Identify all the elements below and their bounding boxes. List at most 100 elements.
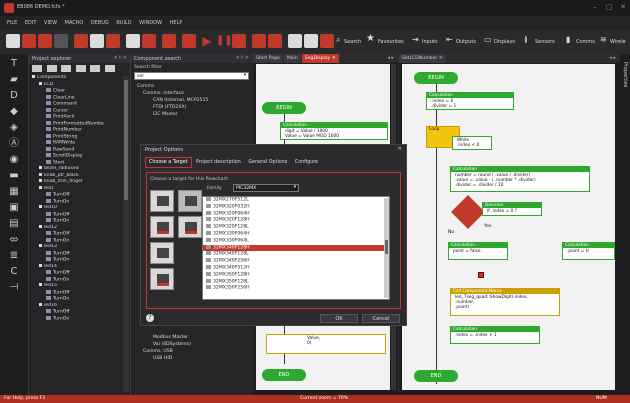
pe-chips-icon[interactable] bbox=[90, 65, 101, 72]
redo-icon[interactable] bbox=[142, 34, 156, 48]
pe-components-icon[interactable] bbox=[75, 65, 86, 72]
category-arrows-icon[interactable]: ⤄ bbox=[7, 234, 21, 246]
category-bar-icon[interactable]: ▬ bbox=[7, 170, 21, 182]
tab-general-options[interactable]: General Options bbox=[245, 158, 290, 167]
tab-scroll-arrows[interactable]: ◂ ▸ bbox=[609, 55, 616, 61]
step-over-icon[interactable] bbox=[268, 34, 282, 48]
tab-main[interactable]: Main bbox=[283, 54, 301, 63]
project-tree-item[interactable]: TurnOn bbox=[32, 315, 130, 323]
category-text-icon[interactable]: T bbox=[7, 58, 21, 70]
flow-end[interactable]: END bbox=[262, 369, 306, 381]
toolbar-favourites[interactable]: Favourites bbox=[378, 39, 404, 45]
chevron-down-icon[interactable]: ▾ bbox=[294, 185, 296, 190]
target-chip-4[interactable] bbox=[178, 216, 202, 238]
search-result-item[interactable]: Modbus Master bbox=[137, 334, 191, 341]
tab-choose-target[interactable]: Choose a Target bbox=[145, 157, 192, 168]
category-input-icon[interactable]: ◈ bbox=[7, 122, 21, 134]
stop-icon[interactable] bbox=[232, 34, 246, 48]
flow-calc-point-false[interactable]: Calculation point = false bbox=[448, 242, 508, 260]
target-chip-2[interactable] bbox=[178, 190, 202, 212]
cancel-button[interactable]: Cancel bbox=[362, 314, 400, 323]
category-c-icon[interactable]: C bbox=[7, 266, 21, 278]
menu-debug[interactable]: DEBUG bbox=[88, 20, 112, 26]
properties-rail[interactable]: Properties bbox=[620, 54, 630, 395]
maximize-icon[interactable]: □ bbox=[604, 2, 614, 12]
pause-icon[interactable]: ❚❚ bbox=[216, 34, 233, 48]
flow-end-right[interactable]: END bbox=[414, 370, 458, 382]
step-into-icon[interactable] bbox=[252, 34, 266, 48]
target-list-item[interactable]: 32MX320F064H bbox=[203, 210, 389, 218]
minimize-icon[interactable]: – bbox=[590, 2, 600, 12]
toolbar-comms[interactable]: Comms bbox=[576, 39, 595, 45]
target-list-scrollbar[interactable] bbox=[384, 198, 389, 298]
open-file-icon[interactable] bbox=[22, 34, 36, 48]
panel-pin-icon[interactable]: ▾ ☨ ✕ bbox=[114, 55, 127, 61]
category-connector-icon[interactable]: ⊣ bbox=[7, 282, 21, 294]
menu-window[interactable]: WINDOW bbox=[136, 20, 165, 26]
target-list-item[interactable]: 32MX340F128L bbox=[203, 251, 389, 258]
tab-segdisplay[interactable]: SegDisplay ✕ bbox=[301, 54, 339, 63]
flow-calc-init[interactable]: Calculation .index = 0 .divider = 1 bbox=[426, 92, 514, 110]
flow-calculation[interactable]: Calculation digit = Value / 1000 Value =… bbox=[280, 122, 388, 140]
search-result-item[interactable]: FTDI (FTD2XX) bbox=[137, 104, 246, 111]
target-chip-5[interactable] bbox=[150, 242, 174, 264]
target-chip-1[interactable] bbox=[150, 190, 174, 212]
target-list-item[interactable]: 32MX340F512H bbox=[203, 264, 389, 272]
target-list-item[interactable]: 32MX340F128H bbox=[203, 244, 389, 252]
pe-view-icon[interactable] bbox=[104, 65, 115, 72]
menu-view[interactable]: VIEW bbox=[41, 20, 60, 26]
search-result-item[interactable]: Comms bbox=[137, 83, 246, 90]
target-list-item[interactable]: 32MX270F512L bbox=[203, 197, 389, 204]
tab-setlcdnumber[interactable]: SetLCDNumber ✕ bbox=[399, 54, 446, 63]
build-icon[interactable] bbox=[182, 34, 196, 48]
flowchart-canvas-right[interactable]: BEGIN Calculation .index = 0 .divider = … bbox=[402, 64, 615, 390]
tab-project-description[interactable]: Project description bbox=[193, 158, 244, 167]
save-icon[interactable] bbox=[38, 34, 52, 48]
toolbar-search[interactable]: Search bbox=[344, 39, 361, 45]
chip-icon[interactable] bbox=[304, 34, 318, 48]
tab-scroll-arrows[interactable]: ◂ ▸ bbox=[387, 55, 394, 61]
close-window-icon[interactable]: ✕ bbox=[618, 2, 628, 12]
category-a-icon[interactable]: Ⓐ bbox=[7, 138, 21, 150]
flow-calc-number[interactable]: Calculation number = round ( .value / .d… bbox=[450, 166, 590, 192]
help-icon[interactable]: ? bbox=[146, 314, 154, 322]
comms-icon[interactable]: ▮ bbox=[566, 35, 570, 44]
menu-build[interactable]: BUILD bbox=[113, 20, 134, 26]
search-filter-input[interactable]: ser ▾ bbox=[134, 72, 249, 80]
flow-calc-point-true[interactable]: Calculation .point = tr bbox=[562, 242, 615, 260]
pe-variables-icon[interactable] bbox=[32, 65, 42, 72]
tab-start-page[interactable]: Start Page bbox=[253, 54, 283, 63]
target-list-item[interactable]: 32MX350F128H bbox=[203, 271, 389, 279]
tab-configure[interactable]: Configure bbox=[292, 158, 321, 167]
target-chip-3[interactable] bbox=[150, 216, 174, 238]
search-result-item[interactable]: Comms: Interface bbox=[137, 90, 246, 97]
displays-icon[interactable]: ▭ bbox=[484, 35, 492, 44]
target-list-item[interactable]: 32MX320F128L bbox=[203, 224, 389, 231]
search-result-item[interactable]: Vai (4DSystems) bbox=[137, 341, 191, 348]
category-list-icon[interactable]: ≣ bbox=[7, 250, 21, 262]
panel-pin-icon[interactable]: ▾ ☨ ✕ bbox=[236, 55, 249, 61]
target-list-item[interactable]: 32MX350F128L bbox=[203, 278, 389, 286]
category-diamond-icon[interactable]: ◆ bbox=[7, 106, 21, 118]
flow-begin-right[interactable]: BEGIN bbox=[414, 72, 458, 84]
cut-icon[interactable] bbox=[74, 34, 88, 48]
search-icon[interactable]: ⌕ bbox=[336, 35, 340, 45]
search-result-item[interactable]: USB HID bbox=[137, 355, 191, 362]
search-result-item[interactable]: I2C Master bbox=[137, 111, 246, 118]
category-o-icon[interactable]: ◉ bbox=[7, 154, 21, 166]
inputs-icon[interactable]: ⇥ bbox=[412, 35, 419, 44]
sensors-icon[interactable]: ≬ bbox=[524, 35, 528, 44]
outputs-icon[interactable]: ⇤ bbox=[446, 35, 453, 44]
play-icon[interactable]: ▶ bbox=[200, 34, 214, 48]
category-grid-icon[interactable]: ▦ bbox=[7, 186, 21, 198]
search-result-item[interactable]: CAN (Internal, MCP2515 bbox=[137, 97, 246, 104]
flow-begin[interactable]: BEGIN bbox=[262, 102, 306, 114]
menu-help[interactable]: HELP bbox=[167, 20, 186, 26]
new-file-icon[interactable] bbox=[6, 34, 20, 48]
toolbar-inputs[interactable]: Inputs bbox=[422, 39, 438, 45]
toolbar-displays[interactable]: Displays bbox=[494, 39, 515, 45]
flow-call-macro[interactable]: Call Component Macro led_7seg_quad::Show… bbox=[450, 288, 560, 316]
target-list-item[interactable]: 32MX320F032H bbox=[203, 203, 389, 211]
pe-ports-icon[interactable] bbox=[61, 65, 72, 72]
print-icon[interactable] bbox=[54, 34, 68, 48]
